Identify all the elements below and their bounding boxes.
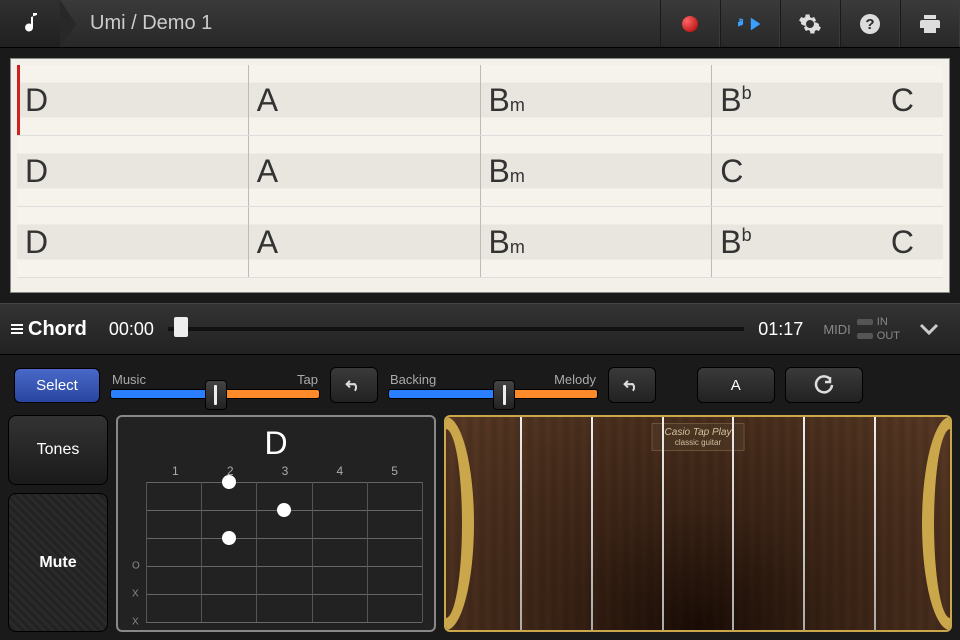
music-tap-slider[interactable]: Music Tap [110, 372, 320, 399]
guitar-strings[interactable] [446, 417, 950, 630]
record-icon [682, 16, 698, 32]
fret-dot [277, 503, 291, 517]
select-button[interactable]: Select [14, 368, 100, 403]
time-current: 00:00 [109, 319, 154, 340]
chord-cell[interactable]: Bb C [711, 65, 943, 135]
chord-cell[interactable]: A [248, 136, 480, 206]
fretboard-grid: OXX [146, 482, 422, 622]
settings-button[interactable] [780, 0, 840, 47]
chord-cell[interactable]: Bm [480, 207, 712, 277]
note-icon [21, 11, 39, 37]
chord-cell[interactable]: C [711, 136, 943, 206]
gear-icon [798, 12, 822, 36]
string-marker: X [132, 589, 139, 600]
chord-cell[interactable]: A [248, 65, 480, 135]
guitar-string[interactable] [874, 417, 876, 630]
refresh-icon [814, 375, 834, 395]
fret-numbers: 12345 [146, 464, 422, 478]
mute-button[interactable]: Mute [8, 493, 108, 632]
chord-cell[interactable]: D [17, 207, 248, 277]
song-title: Umi / Demo 1 [90, 12, 660, 35]
play-button[interactable] [720, 0, 780, 47]
home-button[interactable] [0, 0, 60, 47]
expand-button[interactable] [908, 323, 950, 335]
slider-left-label: Music [112, 372, 146, 387]
help-button[interactable]: ? [840, 0, 900, 47]
midi-io: IN OUT [857, 316, 900, 342]
chord-label: C [720, 153, 742, 190]
menu-icon [10, 322, 24, 336]
side-buttons: Tones Mute [8, 415, 108, 632]
chord-label: D [25, 153, 47, 190]
string-marker: X [132, 617, 139, 628]
chord-label: A [257, 82, 277, 119]
guitar-view[interactable]: Casio Tap Play classic guitar [444, 415, 952, 632]
slider-thumb[interactable] [493, 380, 515, 410]
control-row: Select Music Tap Backing Melody A [0, 355, 960, 415]
help-icon: ? [858, 12, 882, 36]
mode-label: Chord [28, 318, 87, 341]
undo-icon [623, 376, 641, 394]
chord-label: Bm [489, 224, 524, 261]
tones-button[interactable]: Tones [8, 415, 108, 485]
backing-melody-slider[interactable]: Backing Melody [388, 372, 598, 399]
slider-right-label: Melody [554, 372, 596, 387]
chord-label: Bm [489, 82, 524, 119]
chord-label: A [257, 224, 277, 261]
guitar-string[interactable] [662, 417, 664, 630]
slider-left-label: Backing [390, 372, 436, 387]
guitar-string[interactable] [803, 417, 805, 630]
midi-label: MIDI [823, 322, 850, 337]
chord-label: C [891, 224, 913, 261]
chord-cell[interactable]: D [17, 136, 248, 206]
undo-icon [345, 376, 363, 394]
undo-button-2[interactable] [608, 367, 656, 403]
fretboard-chord-name: D [130, 425, 422, 462]
record-button[interactable] [660, 0, 720, 47]
chord-row: D A Bm Bb C [17, 207, 943, 278]
chord-label: D [25, 82, 47, 119]
key-button[interactable]: A [697, 367, 775, 403]
guitar-string[interactable] [732, 417, 734, 630]
refresh-button[interactable] [785, 367, 863, 403]
chord-label: Bb [720, 224, 750, 261]
svg-text:?: ? [865, 16, 874, 33]
play-icon [738, 14, 762, 34]
chord-cell[interactable]: A [248, 207, 480, 277]
midi-status[interactable]: MIDI IN OUT [823, 316, 900, 342]
timeline-track[interactable] [168, 327, 744, 331]
fret-dot [222, 475, 236, 489]
chord-row: D A Bm C [17, 136, 943, 207]
slider-right-label: Tap [297, 372, 318, 387]
guitar-string[interactable] [591, 417, 593, 630]
chord-label: D [25, 224, 47, 261]
chord-label: C [891, 82, 913, 119]
guitar-string[interactable] [520, 417, 522, 630]
undo-button-1[interactable] [330, 367, 378, 403]
time-total: 01:17 [758, 319, 803, 340]
print-icon [918, 12, 942, 36]
slider-thumb[interactable] [205, 380, 227, 410]
fret-dot [222, 531, 236, 545]
chord-diagram[interactable]: D 12345 OXX [116, 415, 436, 632]
chord-cell[interactable]: Bb C [711, 207, 943, 277]
print-button[interactable] [900, 0, 960, 47]
chord-cell[interactable]: Bm [480, 65, 712, 135]
chord-label: Bm [489, 153, 524, 190]
string-marker: O [132, 561, 140, 572]
top-bar: Umi / Demo 1 ? [0, 0, 960, 48]
timeline-thumb[interactable] [174, 317, 188, 337]
chord-row: D A Bm Bb C [17, 65, 943, 136]
chord-grid[interactable]: D A Bm Bb C D A Bm C D A Bm Bb C [10, 58, 950, 293]
mode-selector[interactable]: Chord [10, 318, 87, 341]
chord-cell[interactable]: Bm [480, 136, 712, 206]
transport-bar: Chord 00:00 01:17 MIDI IN OUT [0, 303, 960, 355]
chord-label: Bb [720, 82, 750, 119]
chevron-down-icon [919, 323, 939, 335]
chord-label: A [257, 153, 277, 190]
bottom-area: Tones Mute D 12345 OXX Casio Tap Play cl… [0, 415, 960, 640]
chord-cell[interactable]: D [17, 65, 248, 135]
